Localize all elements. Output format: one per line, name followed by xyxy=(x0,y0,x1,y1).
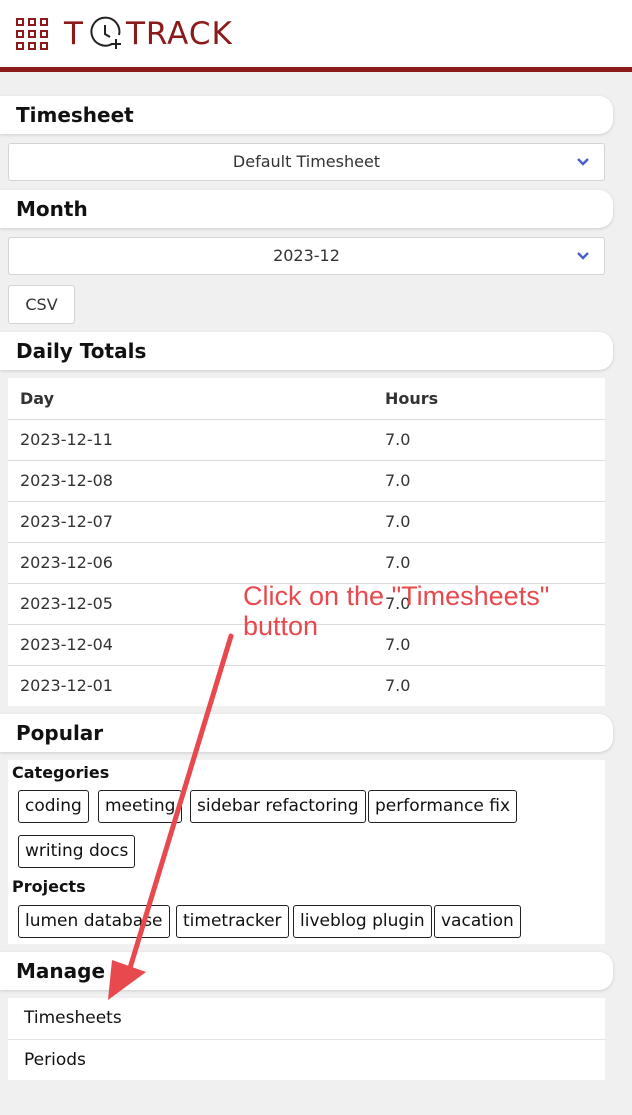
hours-cell: 7.0 xyxy=(373,541,605,583)
chevron-down-icon xyxy=(577,158,589,166)
project-chip-liveblog-plugin[interactable]: liveblog plugin xyxy=(293,905,432,938)
project-chip-lumen-database[interactable]: lumen database xyxy=(18,905,170,938)
day-cell: 2023-12-08 xyxy=(8,459,373,501)
day-cell: 2023-12-07 xyxy=(8,500,373,542)
projects-label: Projects xyxy=(12,877,86,896)
logo-text-left: T xyxy=(64,16,84,52)
category-chip-coding[interactable]: coding xyxy=(18,790,89,823)
hours-cell: 7.0 xyxy=(373,664,605,706)
table-row: 2023-12-08 7.0 xyxy=(8,459,605,501)
month-select[interactable]: 2023-12 xyxy=(8,237,605,275)
csv-button[interactable]: CSV xyxy=(8,285,75,324)
timesheet-select-value: Default Timesheet xyxy=(232,152,381,171)
timesheets-link[interactable]: Timesheets xyxy=(8,998,605,1039)
timesheet-select[interactable]: Default Timesheet xyxy=(8,143,605,181)
manage-heading: Manage xyxy=(0,952,613,990)
day-cell: 2023-12-06 xyxy=(8,541,373,583)
daily-totals-panel: Day Hours 2023-12-11 7.0 2023-12-08 7.0 … xyxy=(8,378,605,706)
category-chip-writing-docs[interactable]: writing docs xyxy=(18,835,136,868)
chevron-down-icon xyxy=(577,252,589,260)
instruction-annotation: Click on the "Timesheets" button xyxy=(243,581,550,641)
table-row: 2023-12-06 7.0 xyxy=(8,541,605,583)
daily-totals-heading: Daily Totals xyxy=(0,332,613,370)
table-row: 2023-12-01 7.0 xyxy=(8,664,605,706)
periods-link[interactable]: Periods xyxy=(8,1039,605,1080)
hours-cell: 7.0 xyxy=(373,418,605,460)
table-row: 2023-12-07 7.0 xyxy=(8,500,605,542)
top-bar: T TRACK xyxy=(0,0,632,72)
project-chip-timetracker[interactable]: timetracker xyxy=(176,905,289,938)
day-cell: 2023-12-11 xyxy=(8,418,373,460)
month-select-value: 2023-12 xyxy=(273,246,340,265)
daily-totals-table: Day Hours 2023-12-11 7.0 2023-12-08 7.0 … xyxy=(8,378,605,706)
categories-label: Categories xyxy=(12,763,110,782)
project-chip-vacation[interactable]: vacation xyxy=(434,905,521,938)
table-header-row: Day Hours xyxy=(8,378,605,419)
column-header-day: Day xyxy=(20,388,55,408)
category-chip-sidebar-refactoring[interactable]: sidebar refactoring xyxy=(190,790,366,823)
apps-grid-icon[interactable] xyxy=(16,18,48,50)
timesheet-heading: Timesheet xyxy=(0,96,613,134)
popular-panel: Categories coding meeting sidebar refact… xyxy=(8,760,605,944)
day-cell: 2023-12-01 xyxy=(8,664,373,706)
manage-list: Timesheets Periods xyxy=(8,998,605,1080)
app-logo[interactable]: T TRACK xyxy=(64,14,233,54)
clock-plus-icon xyxy=(90,16,121,49)
popular-heading: Popular xyxy=(0,714,613,752)
column-header-hours: Hours xyxy=(385,388,439,408)
category-chip-meeting[interactable]: meeting xyxy=(98,790,183,823)
hours-cell: 7.0 xyxy=(373,500,605,542)
hours-cell: 7.0 xyxy=(373,459,605,501)
table-row: 2023-12-11 7.0 xyxy=(8,418,605,460)
logo-text-right: TRACK xyxy=(125,16,233,52)
month-heading: Month xyxy=(0,190,613,228)
category-chip-performance-fix[interactable]: performance fix xyxy=(368,790,518,823)
